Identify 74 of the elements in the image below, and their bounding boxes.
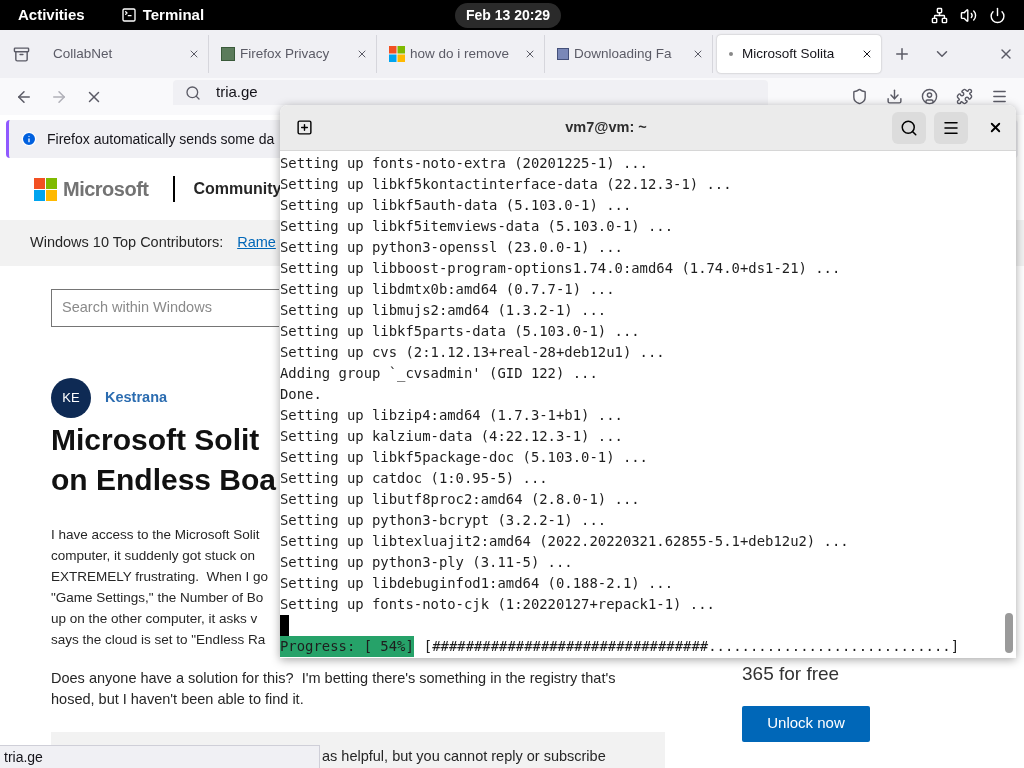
terminal-line: Setting up python3-bcrypt (3.2.2-1) ...	[280, 511, 607, 530]
notification-text: Firefox automatically sends some da	[47, 129, 275, 149]
volume-icon[interactable]	[960, 6, 977, 24]
microsoft-logo-icon[interactable]	[34, 177, 57, 201]
terminal-icon	[120, 7, 137, 23]
app-name[interactable]: Terminal	[142, 3, 205, 27]
unlock-button[interactable]: Unlock now	[742, 705, 870, 742]
author-name[interactable]: Kestrana	[105, 387, 168, 409]
terminal-line: Setting up fonts-noto-extra (20201225-1) ...	[280, 154, 648, 173]
brand-name[interactable]: Microsoft	[63, 174, 149, 204]
windows-logo-icon	[389, 46, 405, 62]
avatar[interactable]: KE	[51, 378, 91, 418]
extensions-icon[interactable]	[956, 88, 973, 105]
close-icon[interactable]	[861, 48, 873, 60]
progress-label: Progress: [ 54%]	[280, 636, 414, 657]
terminal-line: Setting up libkf5itemviews-data (5.103.0-1) ...	[280, 217, 674, 236]
section-title[interactable]: Community	[193, 177, 282, 201]
terminal-line: Setting up kalzium-data (4:22.12.3-1) ...	[280, 427, 623, 446]
browser-tab[interactable]: CollabNet	[45, 35, 209, 73]
browser-tab[interactable]: how do i remove	[381, 35, 545, 73]
tab-overview-icon[interactable]	[13, 45, 30, 63]
question-title: Microsoft Solit on Endless Boa	[51, 422, 277, 498]
progress-bar-text: [#################################.............................]	[423, 637, 960, 656]
page-icon	[221, 47, 235, 61]
terminal-line: Setting up fonts-noto-cjk (1:20220127+repack1-1) ...	[280, 595, 715, 614]
browser-tab[interactable]: Downloading Fa	[549, 35, 713, 73]
terminal-line: Setting up libzip4:amd64 (1.7.3-1+b1) ...	[280, 406, 623, 425]
terminal-line: Setting up libutf8proc2:amd64 (2.8.0-1) ...	[280, 490, 640, 509]
contributors-label: Windows 10 Top Contributors:	[30, 233, 224, 253]
power-icon[interactable]	[989, 6, 1006, 24]
info-icon	[21, 131, 37, 147]
terminal-line: Setting up libtexluajit2:amd64 (2022.20220321.62855-5.1+deb12u2) ...	[280, 532, 849, 551]
terminal-line: Setting up libboost-program-options1.74.0:amd64 (1.74.0+ds1-21) ...	[280, 259, 841, 278]
terminal-line: Setting up libmujs2:amd64 (1.3.2-1) ...	[280, 301, 607, 320]
promo-text: 365 for free	[742, 662, 841, 686]
terminal-line: Setting up python3-openssl (23.0.0-1) ...	[280, 238, 623, 257]
search-button[interactable]	[892, 111, 926, 144]
menu-button[interactable]	[934, 111, 968, 144]
download-icon[interactable]	[886, 88, 903, 105]
search-field[interactable]: Search within Windows	[51, 289, 279, 327]
terminal-line: Setting up libdmtx0b:amd64 (0.7.7-1) ...	[280, 280, 615, 299]
terminal-line: Setting up python3-ply (3.11-5) ...	[280, 553, 573, 572]
terminal-line: Setting up libkf5auth-data (5.103.0-1) ...	[280, 197, 632, 215]
account-icon[interactable]	[921, 88, 938, 105]
search-icon	[900, 118, 918, 137]
contributor-link[interactable]: Rame	[237, 232, 276, 254]
url-field[interactable]: tria.ge	[173, 80, 768, 105]
activities-button[interactable]: Activities	[18, 3, 85, 27]
new-tab-icon	[295, 119, 313, 136]
image-icon	[557, 48, 569, 60]
question-body: I have access to the Microsoft Solit computer, it suddenly got stuck on EXTREMELY frustrating. When I go "Game Settings," the Number of Bo up on the other computer, it asks v says the cloud is set to "Endless Ra	[51, 526, 269, 649]
terminal-line: Adding group `_cvsadmin' (GID 122) ...	[280, 364, 598, 384]
terminal-line: Setting up libkf5parts-data (5.103.0-1) ...	[280, 322, 640, 341]
terminal-line: Setting up libdebuginfod1:amd64 (0.188-2.1) ...	[280, 574, 674, 593]
browser-tab[interactable]: Microsoft Solita	[717, 35, 881, 73]
shield-icon[interactable]	[851, 88, 868, 105]
new-tab-icon[interactable]	[893, 45, 911, 63]
terminal-line: Done.	[280, 385, 322, 404]
terminal-line: Setting up libkf5kontactinterface-data (22.12.3-1) ...	[280, 175, 732, 194]
terminal-line: Setting up catdoc (1:0.95-5) ...	[280, 469, 548, 488]
search-icon	[185, 84, 201, 101]
network-icon[interactable]	[931, 6, 948, 24]
status-url: tria.ge	[0, 745, 320, 768]
clock[interactable]: Feb 13 20:29	[455, 3, 562, 28]
terminal-line: Setting up libkf5package-doc (5.103.0-1) ...	[280, 448, 648, 467]
terminal-line: Setting up cvs (2:1.12.13+real-28+deb12u1) ...	[280, 343, 665, 362]
loading-icon	[729, 52, 733, 56]
window-title: vm7@vm: ~	[564, 117, 648, 137]
text-cursor	[280, 615, 289, 636]
menu-icon[interactable]	[991, 88, 1008, 105]
question-text: Does anyone have a solution for this? I'm betting there's something in the registry that's hosed, but I haven't been able to find it.	[51, 669, 617, 709]
browser-tab[interactable]: Firefox Privacy	[213, 35, 377, 73]
reply-notice: as helpful, but you cannot reply or subscribe	[322, 748, 606, 764]
scrollbar-thumb[interactable]	[1005, 613, 1013, 653]
